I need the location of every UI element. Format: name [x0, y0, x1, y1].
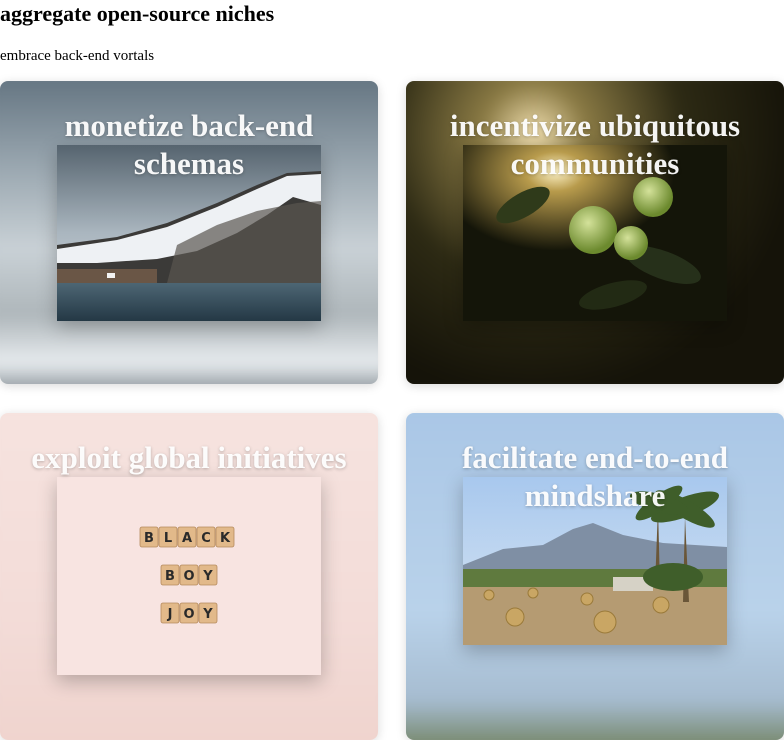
scrabble-letter: Y	[202, 569, 213, 584]
scrabble-tile: C	[196, 526, 216, 548]
scrabble-letter: A	[182, 531, 192, 546]
scrabble-letter: K	[220, 531, 231, 546]
page-title: aggregate open-source niches	[0, 1, 275, 26]
page-subtitle: embrace back-end vortals	[0, 48, 155, 64]
scrabble-tile: B	[160, 564, 180, 586]
scrabble-tile: Y	[198, 564, 218, 586]
scrabble-tile: L	[158, 526, 178, 548]
scrabble-letter: B	[144, 531, 154, 546]
card-incentivize-ubiquitous-communities[interactable]: incentivize ubiquitous communities	[406, 81, 784, 384]
card-title: exploit global initiatives	[31, 440, 347, 475]
scrabble-letter: O	[183, 569, 194, 584]
card-title: facilitate end-to-end mindshare	[461, 440, 729, 513]
scrabble-tile: O	[179, 602, 199, 624]
scrabble-letter: L	[164, 531, 172, 546]
scrabble-letter: C	[201, 531, 211, 546]
card-monetize-back-end-schemas[interactable]: monetize back-end schemas	[0, 81, 378, 384]
scrabble-letter: B	[165, 569, 175, 584]
card-facilitate-end-to-end-mindshare[interactable]: facilitate end-to-end mindshare	[406, 413, 784, 740]
scrabble-tile: J	[160, 602, 180, 624]
card-title: incentivize ubiquitous communities	[449, 108, 741, 181]
scrabble-tile: Y	[198, 602, 218, 624]
scrabble-letter: Y	[202, 607, 213, 622]
scrabble-letter: J	[167, 607, 173, 622]
scrabble-tiles-photo: BLACKBOYJOY	[57, 477, 321, 675]
card-title: monetize back-end schemas	[64, 108, 314, 181]
scrabble-tile: K	[215, 526, 235, 548]
scrabble-tile: O	[179, 564, 199, 586]
card-exploit-global-initiatives[interactable]: BLACKBOYJOY exploit global initiatives	[0, 413, 378, 740]
scrabble-letter: O	[183, 607, 194, 622]
scrabble-tile: A	[177, 526, 197, 548]
scrabble-tile: B	[139, 526, 159, 548]
